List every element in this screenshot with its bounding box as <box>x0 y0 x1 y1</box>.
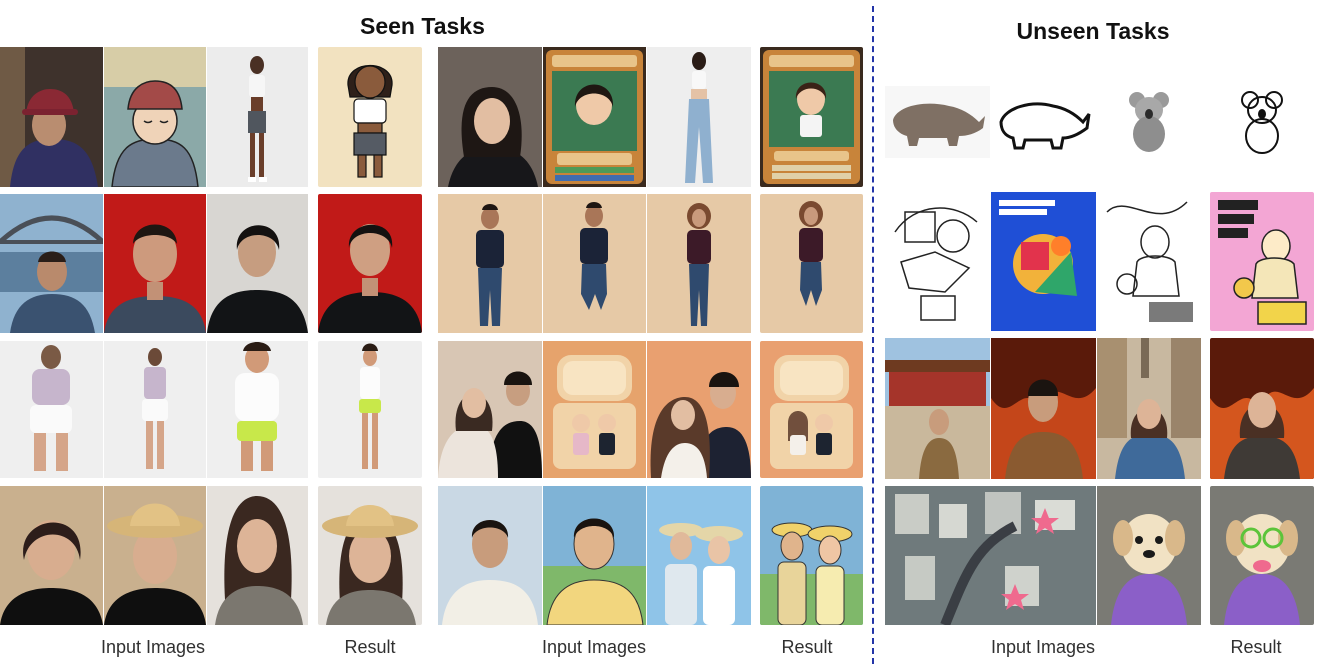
woman-european-street <box>1097 338 1201 479</box>
woman-smiling-portrait <box>438 47 542 187</box>
rhinoceros-photo <box>885 86 990 158</box>
man-cartoon-anime <box>543 486 646 625</box>
programmer-card-cartoon <box>543 47 646 187</box>
man-bridge-selfie <box>0 194 103 333</box>
woman-lavender-outfit-slim <box>104 341 206 478</box>
woman-straw-hat-result <box>318 486 422 625</box>
woman-cartoon-result <box>318 47 422 187</box>
puppy-purple-shirt <box>1097 486 1201 625</box>
woman-standing-maroon-tshirt <box>647 194 751 333</box>
puppy-glasses-result <box>1210 486 1314 625</box>
line-art-collage <box>885 192 990 331</box>
forever-together-toy-box <box>543 341 646 478</box>
man-slim-result <box>318 341 422 478</box>
man-forbidden-city <box>885 338 990 479</box>
woman-fire-background-result <box>1210 338 1314 479</box>
man-red-background-result <box>318 194 422 333</box>
man-standing-navy-tshirt <box>438 194 542 333</box>
man-white-tshirt <box>438 486 542 625</box>
seen-tasks-title: Seen Tasks <box>360 13 485 39</box>
caption-input-images-seen-right: Input Images <box>541 637 647 657</box>
koala-line-drawing-result <box>1210 86 1314 158</box>
couple-cartoon-result <box>760 486 863 625</box>
geometric-illustration-poster <box>991 192 1096 331</box>
dashed-divider <box>872 6 874 664</box>
elderly-woman-photo <box>0 47 103 187</box>
man-red-background-portrait <box>104 194 206 333</box>
woman-lavender-outfit <box>0 341 103 478</box>
woman-jeans-full-body <box>647 47 751 187</box>
unseen-tasks-title: Unseen Tasks <box>1016 18 1170 44</box>
woman-dark-hair-portrait <box>0 486 103 625</box>
man-fire-background <box>991 338 1096 479</box>
caption-input-images-unseen: Input Images <box>990 637 1096 657</box>
man-white-shirt-green-shorts <box>207 341 308 478</box>
koala-photo <box>1097 86 1201 158</box>
woman-full-body-photo <box>207 47 308 187</box>
man-dark-shirt-portrait <box>207 194 308 333</box>
art-chalk-colored-result <box>1210 192 1314 331</box>
line-art-cooking-woman <box>1097 192 1201 331</box>
couple-portrait <box>438 341 542 478</box>
woman-straw-hat-portrait <box>104 486 206 625</box>
caption-result-unseen: Result <box>1230 637 1282 657</box>
couple-smiling-portrait <box>647 341 751 478</box>
caption-result-seen-right: Result <box>781 637 833 657</box>
aerial-city-with-starfish <box>885 486 1096 625</box>
elderly-woman-cartoon <box>104 47 206 187</box>
couple-sunhats-selfie <box>647 486 751 625</box>
woman-jumping-result <box>760 194 863 333</box>
woman-long-hair-portrait <box>207 486 308 625</box>
man-jumping-navy-tshirt <box>543 194 646 333</box>
rhinoceros-line-drawing <box>991 86 1096 158</box>
programmer-card-result <box>760 47 863 187</box>
toy-box-result <box>760 341 863 478</box>
caption-input-images-seen-left: Input Images <box>100 637 206 657</box>
caption-result-seen-left: Result <box>344 637 396 657</box>
